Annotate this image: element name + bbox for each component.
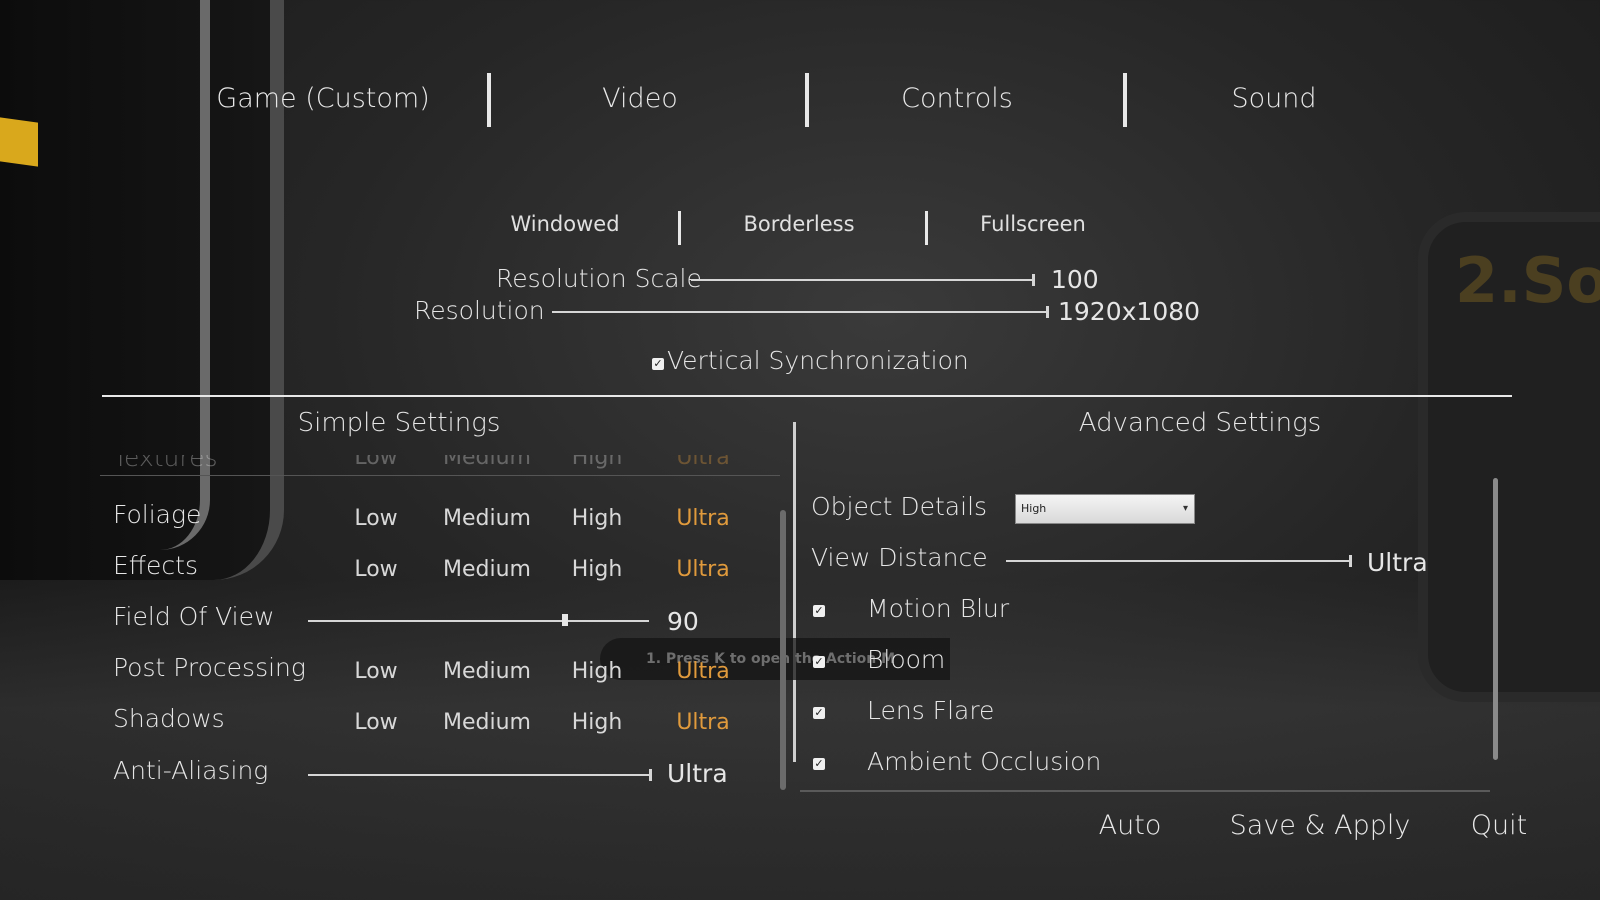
foliage-medium[interactable]: Medium [443, 506, 531, 531]
view-distance-slider[interactable] [1006, 560, 1351, 562]
post-processing-label: Post Processing [113, 653, 306, 682]
mode-fullscreen[interactable]: Fullscreen [980, 212, 1086, 236]
quit-button[interactable]: Quit [1471, 810, 1527, 841]
vsync-checkbox[interactable]: ✓ [652, 358, 664, 370]
resolution-value: 1920x1080 [1058, 297, 1201, 326]
fov-handle[interactable] [562, 614, 568, 626]
simple-settings-scrollbar[interactable] [780, 510, 786, 790]
fov-value: 90 [667, 607, 699, 636]
anti-aliasing-handle[interactable] [649, 769, 652, 781]
simple-settings-title: Simple Settings [297, 408, 501, 438]
save-apply-button[interactable]: Save & Apply [1230, 810, 1411, 841]
lens-flare-checkbox[interactable]: ✓ [813, 707, 825, 719]
textures-medium[interactable]: Medium [443, 455, 531, 470]
textures-label: Textures [113, 455, 218, 472]
lens-flare-label: Lens Flare [867, 696, 995, 725]
foliage-low[interactable]: Low [354, 506, 397, 531]
advanced-settings-scrollbar[interactable] [1493, 478, 1498, 760]
tab-controls[interactable]: Controls [901, 83, 1013, 114]
shadows-label: Shadows [113, 704, 225, 733]
tab-separator [805, 73, 809, 127]
resolution-scale-value: 100 [1051, 265, 1099, 294]
foliage-label: Foliage [113, 500, 202, 529]
post-processing-ultra[interactable]: Ultra [676, 659, 729, 684]
post-processing-high[interactable]: High [572, 659, 623, 684]
view-distance-value: Ultra [1367, 548, 1428, 577]
list-top-edge [100, 475, 780, 476]
effects-medium[interactable]: Medium [443, 557, 531, 582]
anti-aliasing-slider[interactable] [308, 774, 652, 776]
post-processing-low[interactable]: Low [354, 659, 397, 684]
scrolled-row-clip: Textures Low Medium High Ultra [100, 455, 780, 475]
shadows-ultra[interactable]: Ultra [676, 710, 729, 735]
resolution-scale-slider[interactable] [691, 279, 1034, 281]
resolution-slider[interactable] [552, 311, 1048, 313]
object-details-value: High [1021, 502, 1047, 515]
auto-button[interactable]: Auto [1099, 810, 1162, 841]
section-divider [102, 395, 1512, 397]
advanced-bottom-edge [800, 790, 1490, 792]
motion-blur-checkbox[interactable]: ✓ [813, 605, 825, 617]
mode-separator [925, 211, 928, 245]
effects-ultra[interactable]: Ultra [676, 557, 729, 582]
foliage-high[interactable]: High [572, 506, 623, 531]
resolution-label: Resolution [414, 296, 545, 325]
advanced-settings-title: Advanced Settings [1078, 408, 1322, 438]
effects-high[interactable]: High [572, 557, 623, 582]
ambient-occlusion-checkbox[interactable]: ✓ [813, 758, 825, 770]
mode-borderless[interactable]: Borderless [743, 212, 854, 236]
post-processing-medium[interactable]: Medium [443, 659, 531, 684]
resolution-handle[interactable] [1046, 306, 1049, 318]
view-distance-handle[interactable] [1349, 555, 1352, 567]
effects-low[interactable]: Low [354, 557, 397, 582]
tab-separator [1123, 73, 1127, 127]
bloom-label: Bloom [867, 645, 946, 674]
background-sign: 2.So [1455, 244, 1600, 317]
view-distance-label: View Distance [811, 543, 988, 572]
object-details-label: Object Details [811, 492, 988, 521]
foliage-ultra[interactable]: Ultra [676, 506, 729, 531]
column-divider [793, 422, 796, 762]
textures-high[interactable]: High [572, 455, 623, 470]
motion-blur-label: Motion Blur [867, 594, 1010, 623]
resolution-scale-handle[interactable] [1032, 274, 1035, 286]
anti-aliasing-label: Anti-Aliasing [113, 756, 269, 785]
fov-slider[interactable] [308, 620, 649, 622]
textures-ultra[interactable]: Ultra [676, 455, 729, 470]
textures-low[interactable]: Low [354, 455, 397, 470]
anti-aliasing-value: Ultra [667, 759, 728, 788]
tab-sound[interactable]: Sound [1231, 83, 1316, 114]
mode-windowed[interactable]: Windowed [510, 212, 619, 236]
shadows-medium[interactable]: Medium [443, 710, 531, 735]
ambient-occlusion-label: Ambient Occlusion [867, 747, 1102, 776]
tab-game[interactable]: Game (Custom) [216, 83, 429, 114]
shadows-high[interactable]: High [572, 710, 623, 735]
bloom-checkbox[interactable]: ✓ [813, 656, 825, 668]
chevron-down-icon: ▾ [1182, 503, 1188, 514]
fov-label: Field Of View [113, 602, 275, 631]
mode-separator [678, 211, 681, 245]
effects-label: Effects [113, 551, 198, 580]
tab-separator [487, 73, 491, 127]
shadows-low[interactable]: Low [354, 710, 397, 735]
tab-video[interactable]: Video [602, 83, 678, 114]
yellow-stripe [0, 117, 38, 167]
object-details-dropdown[interactable]: High ▾ [1015, 494, 1195, 524]
corridor-panel-right [1418, 212, 1600, 702]
resolution-scale-label: Resolution Scale [496, 264, 702, 293]
vsync-label: Vertical Synchronization [667, 346, 969, 375]
